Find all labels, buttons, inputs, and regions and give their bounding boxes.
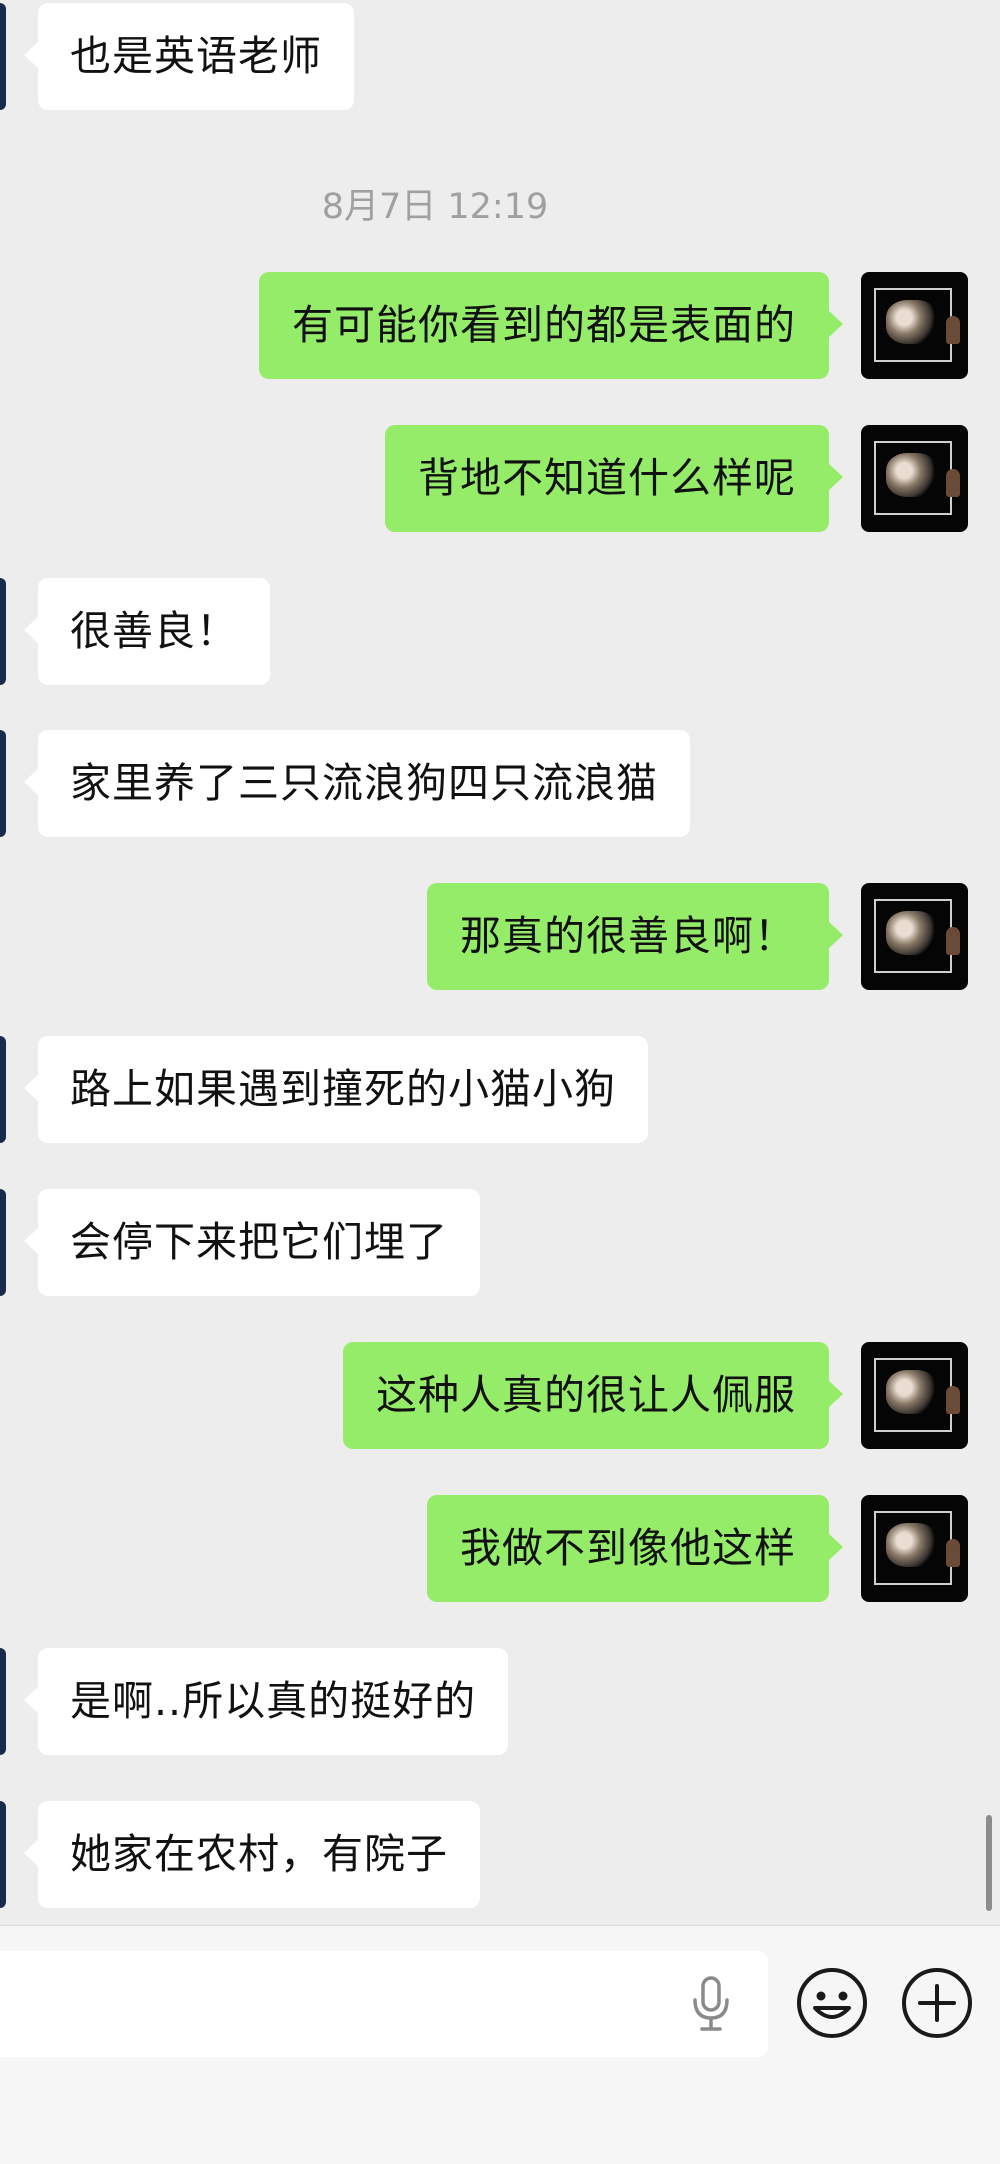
message-row: 背地不知道什么样呢 (0, 425, 1000, 532)
user-avatar[interactable] (861, 1342, 968, 1449)
message-row: 是啊..所以真的挺好的 (0, 1648, 1000, 1755)
message-row: 有可能你看到的都是表面的 (0, 272, 1000, 379)
scrollbar[interactable] (986, 1815, 992, 1911)
incoming-message-bubble[interactable]: 也是英语老师 (24, 3, 354, 110)
incoming-message-bubble[interactable]: 很善良！ (24, 578, 270, 685)
message-timestamp: 8月7日 12:19 (321, 187, 549, 227)
user-avatar[interactable] (861, 272, 968, 379)
avatar-artwork-graphic (886, 453, 938, 497)
avatar-artwork-graphic (886, 1523, 938, 1567)
incoming-message-bubble[interactable]: 会停下来把它们埋了 (24, 1189, 480, 1296)
contact-avatar[interactable] (0, 3, 6, 110)
chat-area[interactable]: 也是英语老师 8月7日 12:19 有可能你看到的都是表面的 背地不知道什么样呢… (0, 0, 1000, 1925)
outgoing-message-bubble[interactable]: 我做不到像他这样 (427, 1495, 843, 1602)
user-avatar[interactable] (861, 425, 968, 532)
incoming-message-bubble[interactable]: 路上如果遇到撞死的小猫小狗 (24, 1036, 648, 1143)
message-row: 她家在农村，有院子 (0, 1801, 1000, 1908)
avatar-person-graphic (946, 1386, 960, 1414)
message-row: 会停下来把它们埋了 (0, 1189, 1000, 1296)
contact-avatar[interactable] (0, 1189, 6, 1296)
contact-avatar[interactable] (0, 578, 6, 685)
outgoing-message-bubble[interactable]: 有可能你看到的都是表面的 (259, 272, 843, 379)
avatar-person-graphic (946, 316, 960, 344)
outgoing-message-bubble[interactable]: 背地不知道什么样呢 (385, 425, 843, 532)
avatar-person-graphic (946, 469, 960, 497)
message-row: 这种人真的很让人佩服 (0, 1342, 1000, 1449)
avatar-person-graphic (946, 927, 960, 955)
avatar-artwork-graphic (886, 1370, 938, 1414)
avatar-artwork-graphic (886, 911, 938, 955)
message-row: 我做不到像他这样 (0, 1495, 1000, 1602)
message-row: 也是英语老师 (0, 3, 1000, 110)
incoming-message-bubble[interactable]: 她家在农村，有院子 (24, 1801, 480, 1908)
contact-avatar[interactable] (0, 1648, 6, 1755)
avatar-person-graphic (946, 1539, 960, 1567)
contact-avatar[interactable] (0, 730, 6, 837)
outgoing-message-bubble[interactable]: 这种人真的很让人佩服 (343, 1342, 843, 1449)
plus-icon[interactable] (900, 1966, 974, 2040)
incoming-message-bubble[interactable]: 是啊..所以真的挺好的 (23, 1648, 509, 1755)
message-input[interactable] (0, 1951, 768, 2057)
contact-avatar[interactable] (0, 1801, 6, 1908)
outgoing-message-bubble[interactable]: 那真的很善良啊！ (427, 883, 843, 990)
emoji-icon[interactable] (795, 1966, 869, 2040)
contact-avatar[interactable] (0, 1036, 6, 1143)
incoming-message-bubble[interactable]: 家里养了三只流浪狗四只流浪猫 (24, 730, 690, 837)
user-avatar[interactable] (861, 1495, 968, 1602)
message-row: 那真的很善良啊！ (0, 883, 1000, 990)
user-avatar[interactable] (861, 883, 968, 990)
message-row: 很善良！ (0, 578, 1000, 685)
avatar-artwork-graphic (886, 300, 938, 344)
message-row: 路上如果遇到撞死的小猫小狗 (0, 1036, 1000, 1143)
input-bar (0, 1925, 1000, 2164)
message-row: 家里养了三只流浪狗四只流浪猫 (0, 730, 1000, 837)
microphone-icon[interactable] (686, 1974, 736, 2034)
